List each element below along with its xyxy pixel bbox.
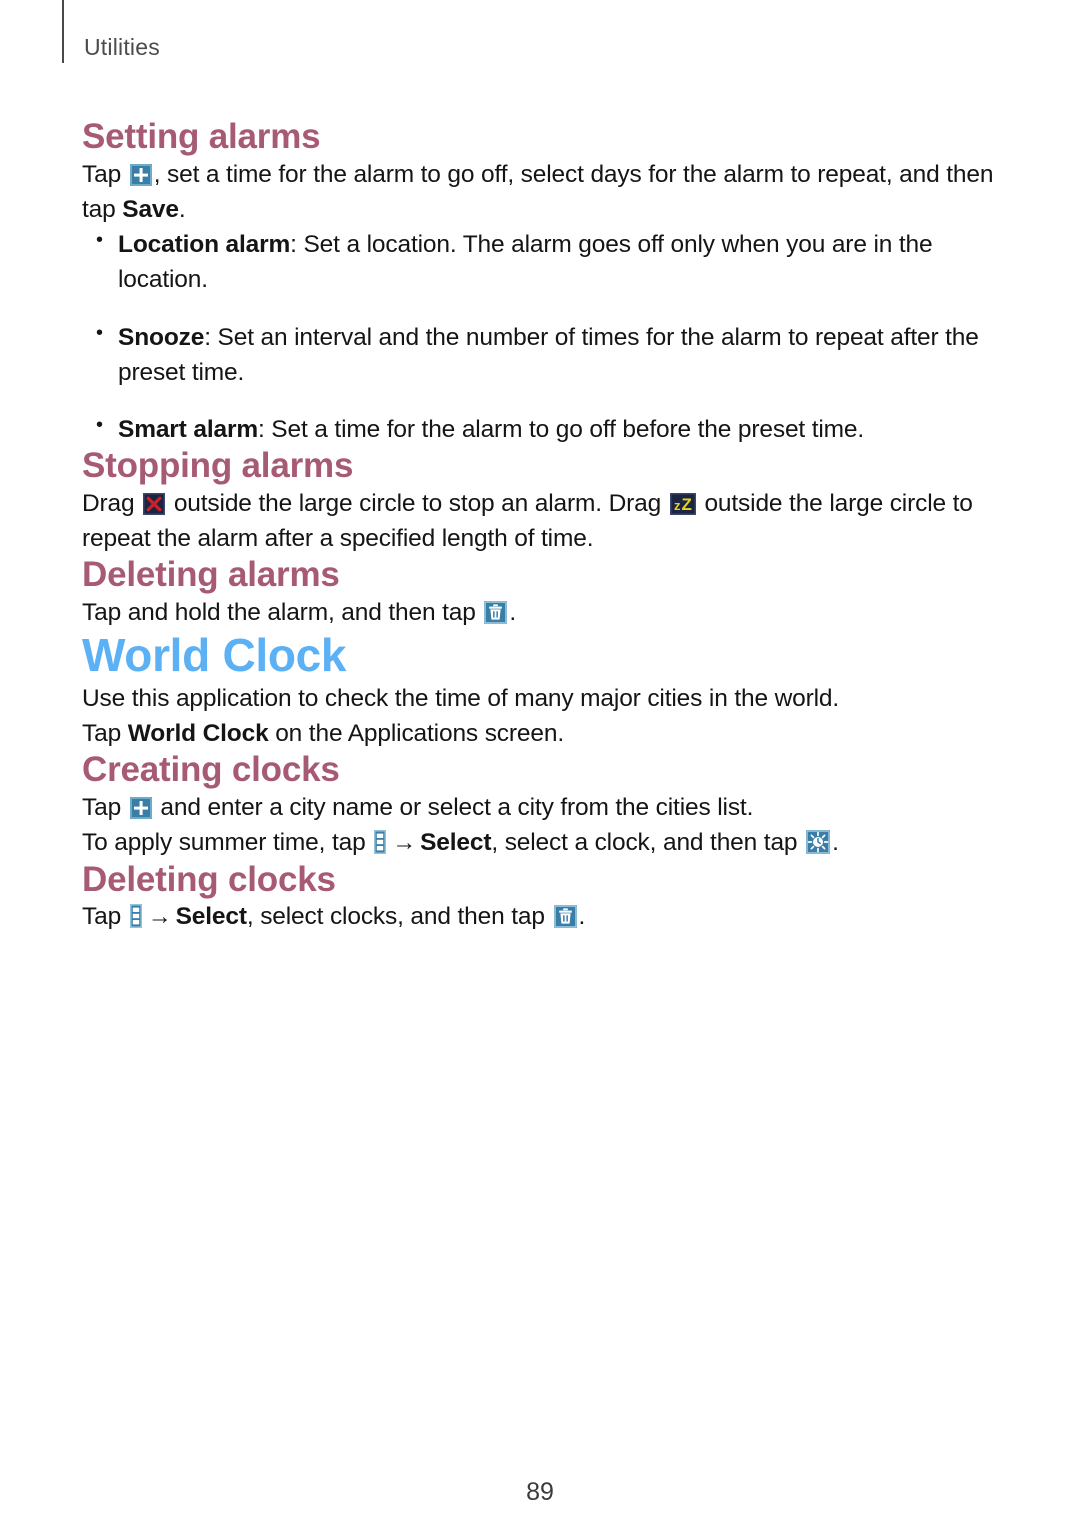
paragraph-world-clock-intro-1: Use this application to check the time o… <box>82 684 840 712</box>
list-item: Smart alarm: Set a time for the alarm to… <box>82 411 998 447</box>
text-run: Tap <box>82 793 128 821</box>
setting-alarms-bullet-list: Location alarm: Set a location. The alar… <box>82 226 998 447</box>
text-run: , select a clock, and then tap <box>491 829 805 857</box>
page-number: 89 <box>526 1478 554 1506</box>
text-run: Drag <box>82 489 142 517</box>
text-run: Tap <box>82 720 128 748</box>
paragraph-deleting-clocks: Tap → Select, select clocks, and then tap… <box>82 899 998 935</box>
text-run: Tap <box>82 903 128 931</box>
paragraph-setting-alarms: Tap , set a time for the alarm to go off… <box>82 157 998 228</box>
bullet-text: : Set an interval and the number of time… <box>118 323 979 386</box>
text-run: To apply summer time, tap <box>82 829 373 857</box>
arrow-glyph: → <box>147 903 172 931</box>
bullet-term: Snooze <box>118 323 205 351</box>
page-content: Setting alarms Tap , set a time for the … <box>82 117 998 935</box>
text-run: , select clocks, and then tap <box>246 903 552 931</box>
bold-select-label: Select <box>420 829 492 857</box>
plus-icon[interactable] <box>129 163 152 186</box>
bullet-term: Location alarm <box>118 231 291 259</box>
list-item: Location alarm: Set a location. The alar… <box>82 226 998 298</box>
arrow-glyph: → <box>392 829 417 857</box>
paragraph-creating-clocks-1: Tap and enter a city name or select a ci… <box>82 790 998 825</box>
section-heading-creating-clocks: Creating clocks <box>82 750 340 790</box>
section-heading-deleting-alarms: Deleting alarms <box>82 555 340 595</box>
chapter-title-world-clock: World Clock <box>82 629 347 682</box>
trash-icon[interactable] <box>553 905 577 929</box>
text-run: Tap <box>82 160 128 188</box>
paragraph-deleting-alarms: Tap and hold the alarm, and then tap . <box>82 595 998 630</box>
trash-icon[interactable] <box>484 600 508 624</box>
dismiss-x-icon[interactable] <box>143 492 166 515</box>
text-run: . <box>578 903 586 931</box>
text-run: , set a time for the alarm to go off, se… <box>82 160 994 223</box>
menu-icon[interactable] <box>129 904 142 929</box>
section-heading-deleting-clocks: Deleting clocks <box>82 859 336 899</box>
menu-icon[interactable] <box>374 830 387 855</box>
section-heading-stopping-alarms: Stopping alarms <box>82 446 354 486</box>
bold-save-label: Save <box>122 195 179 223</box>
paragraph-world-clock-intro-2: Tap World Clock on the Applications scre… <box>82 716 998 751</box>
running-head: Utilities <box>84 34 160 60</box>
bold-select-label: Select <box>175 903 247 931</box>
paragraph-creating-clocks-2: To apply summer time, tap → Select, selec… <box>82 825 998 861</box>
page-edge-rule <box>62 0 64 63</box>
svg-text:Z: Z <box>681 495 691 514</box>
text-run: . <box>178 195 186 223</box>
summer-time-sun-icon[interactable] <box>806 830 831 855</box>
text-run: . <box>832 829 839 857</box>
bullet-term: Smart alarm <box>118 416 258 444</box>
text-run: . <box>509 598 517 626</box>
bold-world-clock-label: World Clock <box>127 720 269 748</box>
plus-icon[interactable] <box>129 796 152 819</box>
text-run: and enter a city name or select a city f… <box>153 793 754 821</box>
bullet-text: : Set a time for the alarm to go off bef… <box>257 416 865 444</box>
list-item: Snooze: Set an interval and the number o… <box>82 319 998 391</box>
text-run: Tap and hold the alarm, and then tap <box>82 598 483 626</box>
paragraph-stopping-alarms: Drag outside the large circle to stop an… <box>82 486 998 557</box>
text-run: on the Applications screen. <box>268 720 564 748</box>
section-heading-setting-alarms: Setting alarms <box>82 117 321 156</box>
snooze-zz-icon[interactable]: z Z <box>669 492 696 515</box>
text-run: outside the large circle to stop an alar… <box>167 489 668 517</box>
manual-page: Utilities Setting alarms Tap , set a tim… <box>0 0 1080 1527</box>
svg-text:z: z <box>674 498 681 513</box>
